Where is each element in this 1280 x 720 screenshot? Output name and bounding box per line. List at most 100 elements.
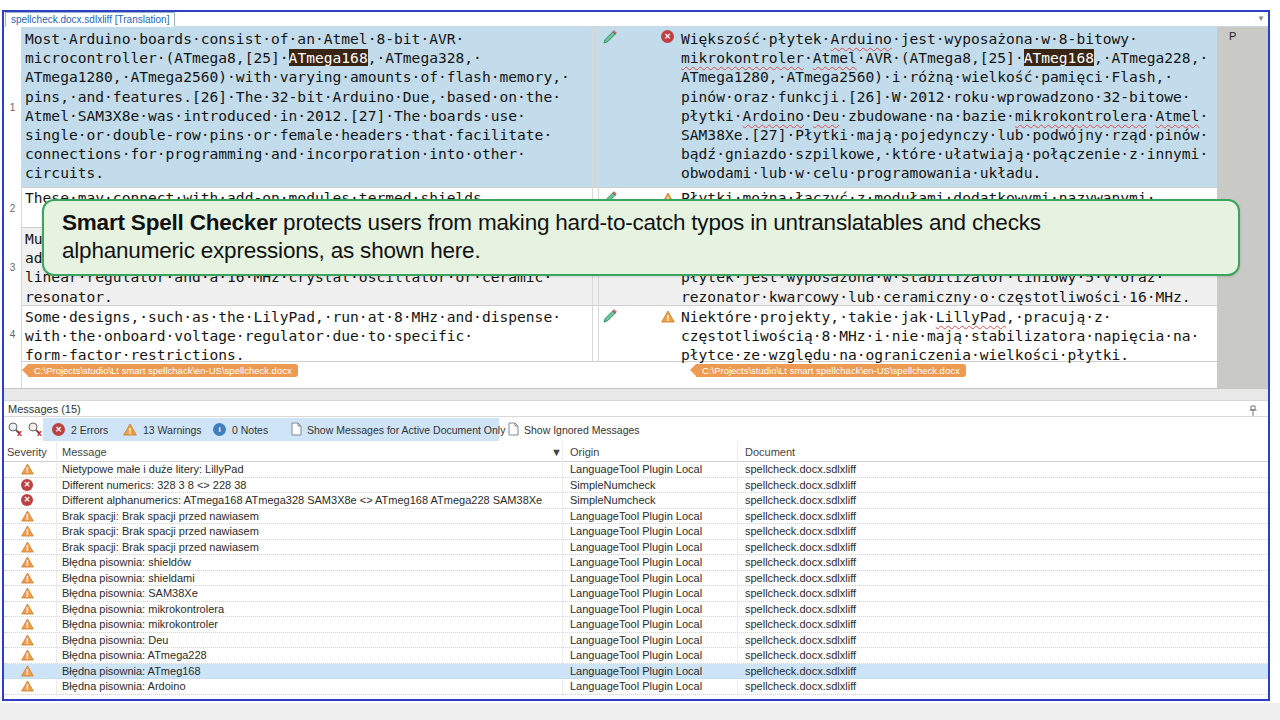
message-text: Different numerics: 328 3 8 <> 228 38: [62, 479, 246, 491]
message-origin: LanguageTool Plugin Local: [570, 618, 702, 630]
message-origin: SimpleNumcheck: [570, 494, 656, 506]
message-row[interactable]: !Błędna pisownia: ArdoinoLanguageTool Pl…: [4, 679, 1268, 695]
segment-number[interactable]: 3: [4, 228, 21, 306]
message-row[interactable]: !Błędna pisownia: mikrokontroleraLanguag…: [4, 602, 1268, 618]
message-row[interactable]: ✕Different alphanumerics: ATmega168 ATme…: [4, 493, 1268, 509]
warnings-filter-label[interactable]: 13 Warnings: [143, 424, 202, 436]
source-cell[interactable]: Some·designs,·such·as·the·LilyPad,·run·a…: [25, 307, 596, 365]
misspelled-term: Atmel: [1156, 107, 1200, 124]
message-row[interactable]: !Błędna pisownia: mikrokontrolerLanguage…: [4, 617, 1268, 633]
misspelled-term: Arduino: [830, 30, 892, 47]
grid-line: [598, 27, 599, 362]
svg-text:!: !: [26, 558, 29, 568]
target-doc-path-badge[interactable]: C:\Projects\studio\Lt smart spellchack\e…: [690, 364, 966, 377]
segment-number[interactable]: 1: [4, 27, 21, 188]
highlighted-term: ATmeg168: [1024, 49, 1094, 66]
message-origin: LanguageTool Plugin Local: [570, 525, 702, 537]
message-row[interactable]: !Błędna pisownia: shieldamiLanguageTool …: [4, 571, 1268, 587]
message-document: spellcheck.docx.sdlxliff: [745, 556, 856, 568]
warning-icon: !: [21, 665, 34, 679]
message-text: Błędna pisownia: mikrokontroler: [62, 618, 218, 630]
svg-text:!: !: [129, 426, 132, 436]
pane-splitter[interactable]: [4, 388, 1268, 401]
select-errors-filter-icon[interactable]: x: [7, 421, 24, 441]
message-document: spellcheck.docx.sdlxliff: [745, 541, 856, 553]
annotation-text: Smart Spell Checker protects users from …: [62, 209, 1220, 265]
message-row[interactable]: !Błędna pisownia: SAM38XeLanguageTool Pl…: [4, 586, 1268, 602]
warnings-filter-icon[interactable]: !: [123, 422, 137, 440]
svg-text:!: !: [26, 682, 29, 692]
segment-number[interactable]: 4: [4, 306, 21, 362]
warning-icon: !: [21, 556, 34, 570]
source-cell[interactable]: Most·Arduino·boards·consist·of·an·Atmel·…: [25, 29, 596, 183]
message-document: spellcheck.docx.sdlxliff: [745, 680, 856, 692]
ignored-messages-label[interactable]: Show Ignored Messages: [524, 424, 640, 436]
errors-filter-label[interactable]: 2 Errors: [71, 424, 108, 436]
warning-icon: !: [21, 587, 34, 601]
misspelled-term: Atmel: [813, 49, 857, 66]
message-origin: LanguageTool Plugin Local: [570, 556, 702, 568]
svg-text:!: !: [26, 589, 29, 599]
warning-icon: !: [21, 463, 34, 477]
message-row[interactable]: !Błędna pisownia: ATmeg168LanguageTool P…: [4, 664, 1268, 680]
messages-panel-header: Messages (15): [4, 401, 1268, 417]
message-text: Brak spacji: Brak spacji przed nawiasem: [62, 541, 259, 553]
message-row[interactable]: !Brak spacji: Brak spacji przed nawiasem…: [4, 524, 1268, 540]
target-cell[interactable]: Niektóre·projekty,·takie·jak·LillyPad,·p…: [681, 307, 1217, 365]
draft-status-pencil-icon: [602, 29, 618, 49]
message-row[interactable]: !Brak spacji: Brak spacji przed nawiasem…: [4, 509, 1268, 525]
message-row[interactable]: ✕Different numerics: 328 3 8 <> 228 38Si…: [4, 478, 1268, 494]
message-document: spellcheck.docx.sdlxliff: [745, 649, 856, 661]
message-row[interactable]: ! Brak spacji: Brak spacji przed nawiasem…: [4, 540, 1268, 556]
misspelled-term: LillyPad: [936, 308, 1006, 325]
notes-filter-label[interactable]: 0 Notes: [232, 424, 268, 436]
warning-icon: !: [21, 541, 34, 555]
message-origin: LanguageTool Plugin Local: [570, 603, 702, 615]
warning-icon: !: [21, 510, 34, 524]
warning-icon: !: [21, 634, 34, 648]
svg-text:!: !: [26, 666, 29, 676]
messages-column-headers: Severity Message ▼ Origin Document: [4, 442, 1268, 462]
message-row[interactable]: !Błędna pisownia: ATmega228LanguageTool …: [4, 648, 1268, 664]
document-tab[interactable]: spellcheck.docx.sdlxliff [Translation]: [5, 12, 175, 27]
highlighted-term: ATmega168: [289, 49, 368, 66]
message-origin: LanguageTool Plugin Local: [570, 541, 702, 553]
messages-toolbar: x x ✕ 2 Errors ! 13 Warnings i 0 Notes S…: [4, 417, 1268, 442]
message-document: spellcheck.docx.sdlxliff: [745, 510, 856, 522]
svg-text:!: !: [26, 635, 29, 645]
message-row[interactable]: !Nietypowe małe i duże litery: LillyPadL…: [4, 462, 1268, 478]
column-header-origin[interactable]: Origin: [570, 446, 599, 458]
message-document: spellcheck.docx.sdlxliff: [745, 479, 856, 491]
source-doc-path-badge[interactable]: C:\Projects\studio\Lt smart spellchack\e…: [22, 364, 298, 377]
target-cell[interactable]: Większość·płytek·Arduino·jest·wyposażona…: [681, 29, 1217, 183]
column-header-severity[interactable]: Severity: [7, 446, 47, 458]
message-text: Nietypowe małe i duże litery: LillyPad: [62, 463, 244, 475]
column-header-document[interactable]: Document: [745, 446, 795, 458]
message-document: spellcheck.docx.sdlxliff: [745, 463, 856, 475]
message-text: Different alphanumerics: ATmega168 ATmeg…: [62, 494, 542, 506]
sort-arrow-icon: ▼: [551, 446, 562, 458]
active-document-filter-icon[interactable]: [291, 422, 302, 440]
svg-text:!: !: [26, 542, 29, 552]
error-icon: ✕: [21, 479, 33, 491]
active-document-filter-label[interactable]: Show Messages for Active Document Only: [307, 424, 505, 436]
ignored-messages-icon[interactable]: [508, 422, 519, 440]
message-document: spellcheck.docx.sdlxliff: [745, 525, 856, 537]
column-header-message[interactable]: Message: [62, 446, 107, 458]
segment-number[interactable]: 2: [4, 188, 21, 228]
message-origin: LanguageTool Plugin Local: [570, 510, 702, 522]
misspelled-term: mikrokontroler: [681, 49, 804, 66]
segment-warning-icon: !: [661, 309, 675, 327]
tab-list-dropdown-icon[interactable]: ▼: [1257, 14, 1265, 23]
misspelled-term: Deu: [813, 107, 839, 124]
warning-icon: !: [21, 603, 34, 617]
message-row[interactable]: !Błędna pisownia: shieldówLanguageTool P…: [4, 555, 1268, 571]
errors-filter-icon[interactable]: ✕: [52, 423, 65, 436]
message-document: spellcheck.docx.sdlxliff: [745, 603, 856, 615]
clear-filter-icon[interactable]: x: [27, 421, 44, 441]
svg-text:x: x: [17, 428, 22, 437]
message-row[interactable]: !Błędna pisownia: DeuLanguageTool Plugin…: [4, 633, 1268, 649]
notes-filter-icon[interactable]: i: [213, 423, 226, 436]
svg-text:!: !: [26, 573, 29, 583]
annotation-bold-text: Smart Spell Checker: [62, 210, 277, 235]
